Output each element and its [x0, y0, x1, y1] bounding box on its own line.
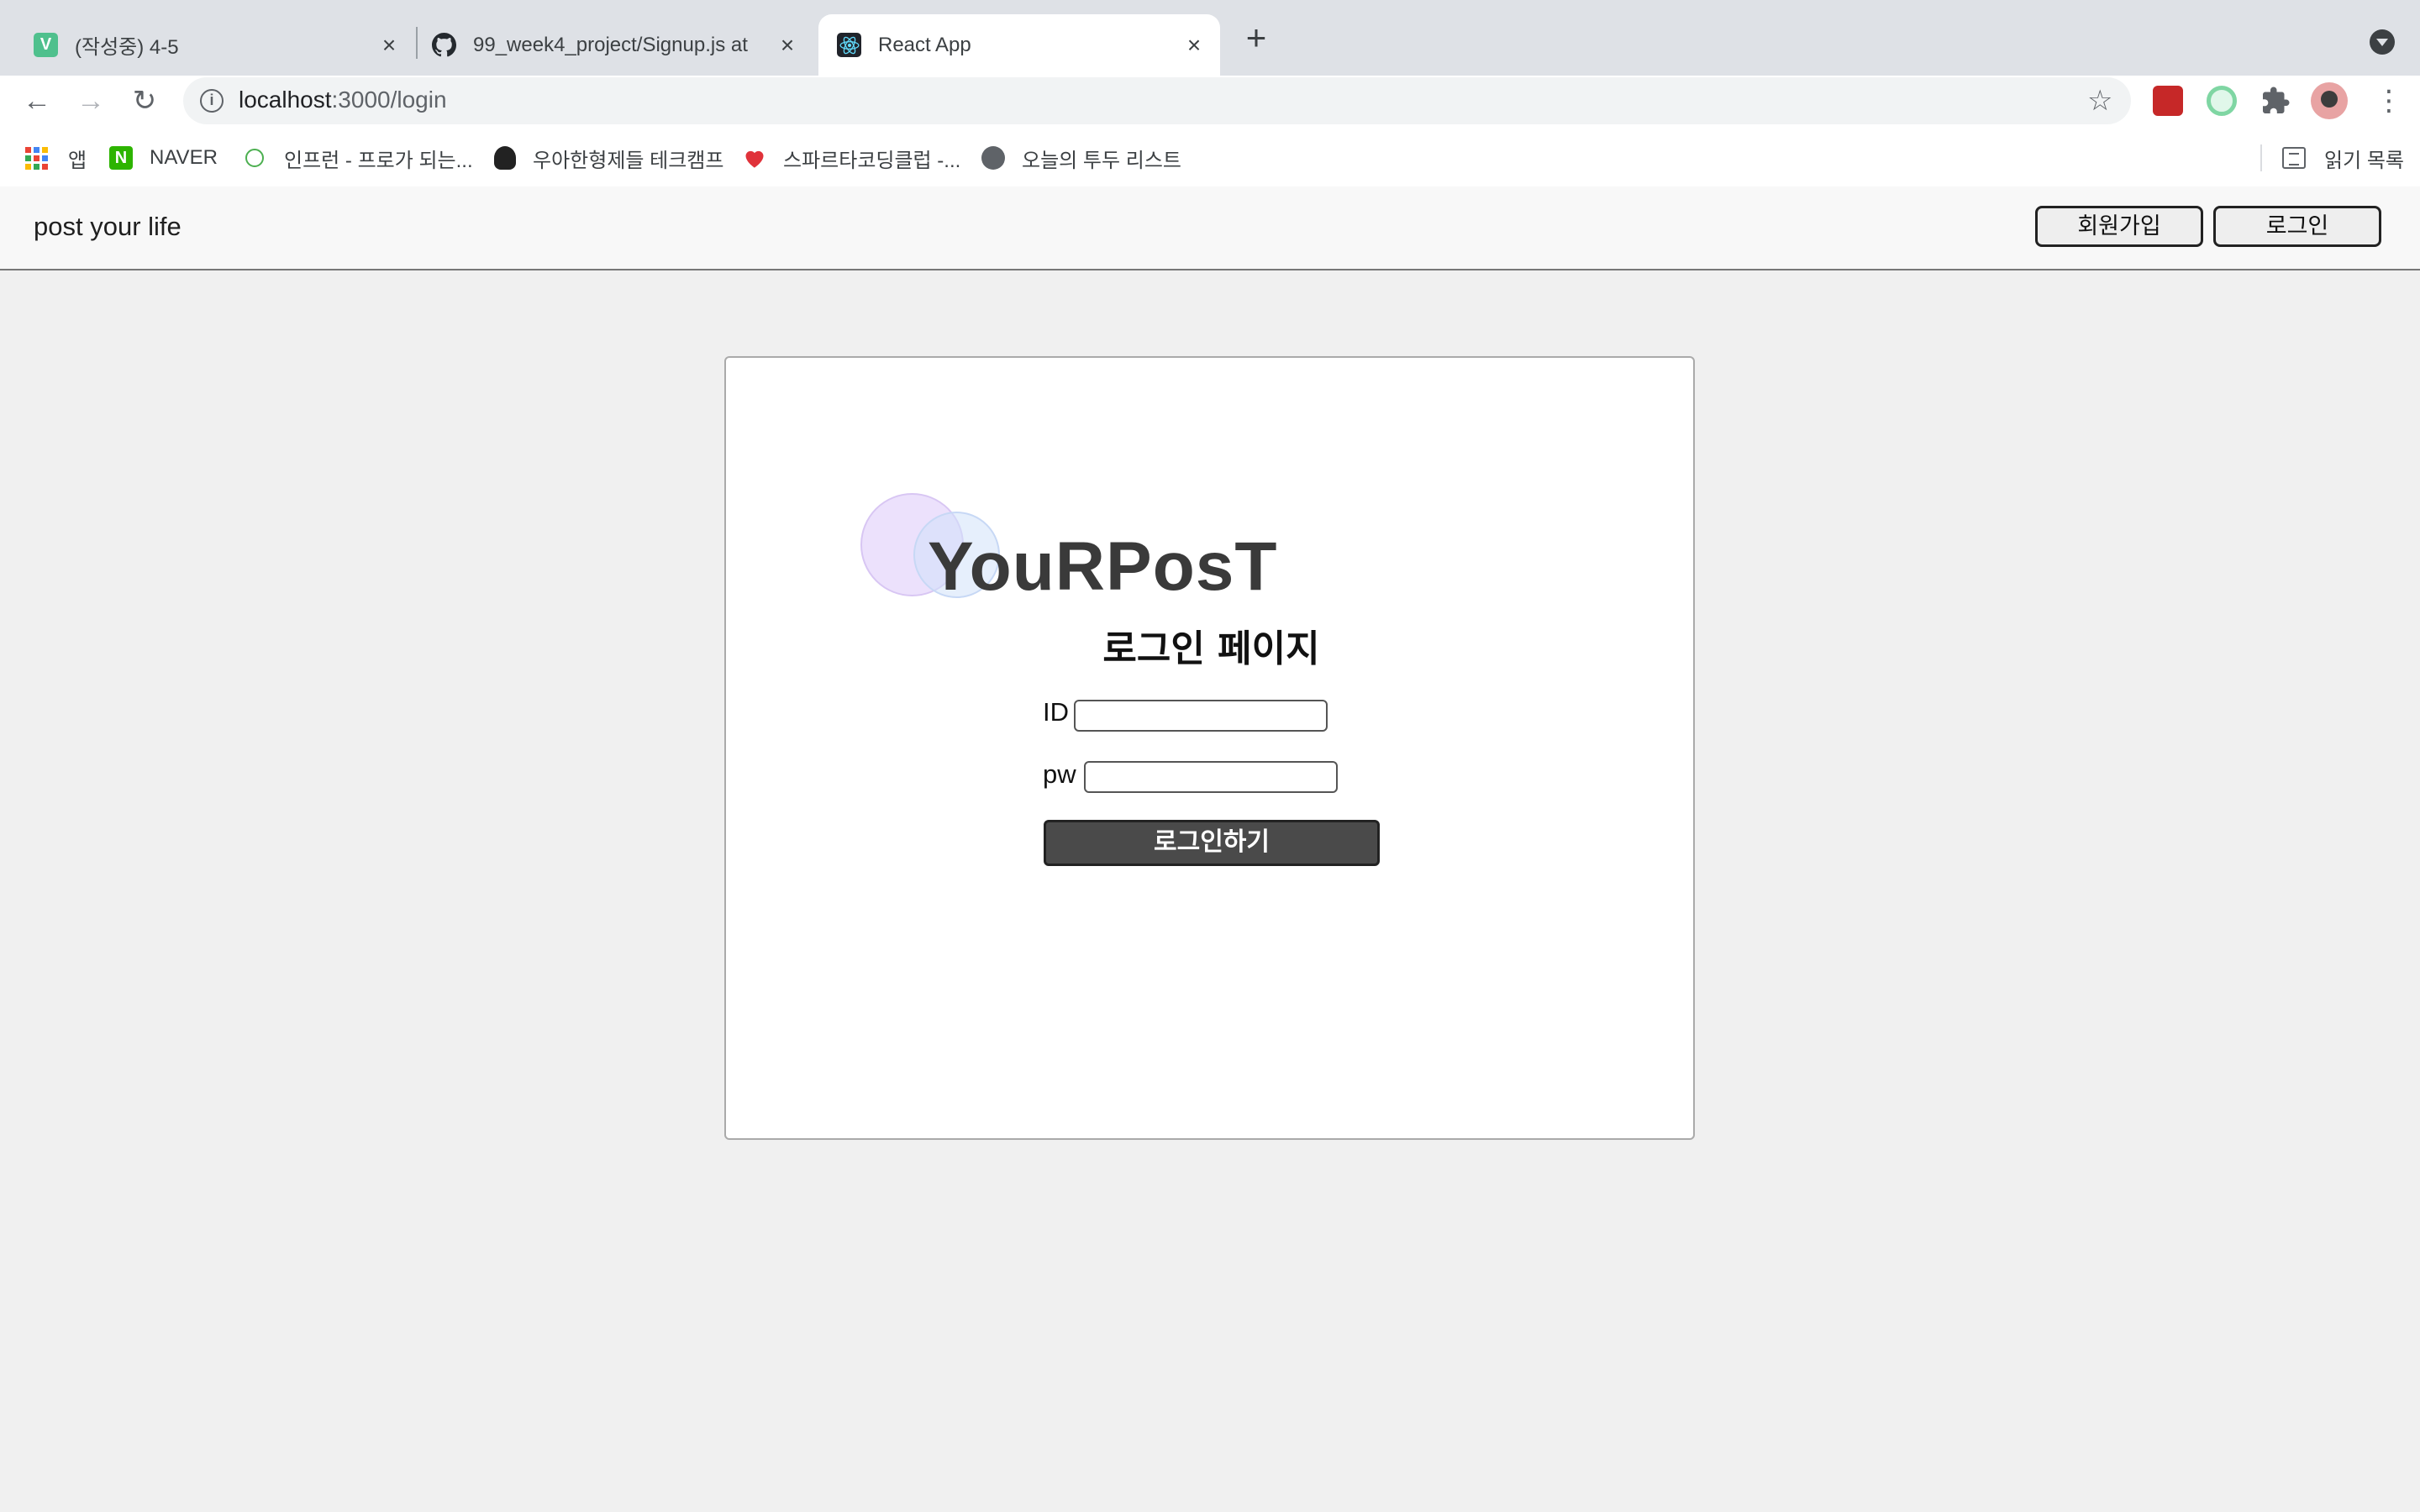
close-icon[interactable]: ×	[378, 34, 400, 57]
password-input[interactable]	[1084, 761, 1338, 793]
bookmark-sparta[interactable]: 스파르타코딩클럽 -...	[743, 143, 960, 173]
woowa-icon	[494, 146, 516, 170]
tab-search-icon[interactable]	[2370, 29, 2395, 55]
tab-separator	[416, 27, 418, 59]
profile-avatar[interactable]	[2311, 82, 2348, 119]
forward-icon[interactable]: →	[74, 84, 108, 118]
bookmark-label: 스파르타코딩클럽 -...	[783, 149, 961, 172]
extensions-puzzle-icon[interactable]	[2260, 86, 2291, 116]
react-icon	[837, 33, 861, 57]
tab-react-app[interactable]: React App ×	[818, 14, 1220, 76]
velog-icon: V	[34, 33, 58, 57]
reading-list-label: 읽기 목록	[2324, 149, 2404, 172]
github-icon	[432, 33, 456, 57]
login-card: YouRPosT 로그인 페이지 ID pw 로그인하기	[724, 356, 1695, 1140]
logo: YouRPosT	[928, 528, 1278, 605]
tab-title: React App	[878, 33, 971, 56]
globe-icon	[981, 146, 1005, 170]
bookmark-inflearn[interactable]: 인프런 - 프로가 되는...	[245, 143, 473, 173]
page-title: 로그인 페이지	[1102, 627, 1320, 670]
new-tab-button[interactable]: +	[1242, 20, 1270, 55]
bookmark-apps[interactable]: 앱	[25, 143, 87, 173]
naver-icon: N	[109, 146, 133, 170]
tab-title: (작성중) 4-5	[75, 36, 179, 59]
app-header: post your life 회원가입 로그인	[0, 186, 2420, 270]
url-host: localhost	[239, 87, 332, 113]
login-submit-button[interactable]: 로그인하기	[1044, 820, 1380, 866]
bookmark-naver[interactable]: N NAVER	[109, 143, 218, 173]
bookmark-woowa[interactable]: 우아한형제들 테크캠프	[494, 143, 723, 173]
bookmark-label: 오늘의 투두 리스트	[1022, 149, 1181, 172]
tab-title: 99_week4_project/Signup.js at	[473, 33, 748, 56]
reading-list-button[interactable]: 읽기 목록	[2282, 143, 2404, 173]
login-button[interactable]: 로그인	[2213, 206, 2381, 247]
divider	[2260, 144, 2262, 171]
bookmark-label: 우아한형제들 테크캠프	[533, 149, 724, 172]
back-icon[interactable]: ←	[20, 84, 54, 118]
menu-icon[interactable]: ⋮	[2375, 84, 2403, 118]
address-bar[interactable]	[183, 77, 2131, 124]
inflearn-icon	[245, 149, 264, 167]
url-text[interactable]: localhost:3000/login	[239, 87, 447, 113]
bookmark-label: NAVER	[150, 146, 218, 169]
sparta-icon	[743, 146, 766, 170]
extension-icon[interactable]	[2153, 86, 2183, 116]
bookmark-todo[interactable]: 오늘의 투두 리스트	[981, 143, 1181, 173]
pw-label: pw	[1043, 759, 1076, 789]
apps-grid-icon	[25, 146, 48, 170]
bookmark-label: 인프런 - 프로가 되는...	[284, 149, 473, 172]
signup-button[interactable]: 회원가입	[2035, 206, 2203, 247]
reading-list-icon	[2282, 147, 2306, 169]
id-input[interactable]	[1074, 700, 1328, 732]
page-content: post your life 회원가입 로그인 YouRPosT 로그인 페이지…	[0, 186, 2420, 1512]
url-path: :3000/login	[331, 87, 447, 113]
bookmark-label: 앱	[68, 149, 87, 172]
id-label: ID	[1043, 697, 1069, 727]
site-title: post your life	[34, 212, 182, 241]
close-icon[interactable]: ×	[776, 34, 798, 57]
bookmark-star-icon[interactable]: ☆	[2087, 84, 2112, 118]
info-icon[interactable]: i	[200, 89, 224, 113]
tab-github[interactable]: 99_week4_project/Signup.js at ×	[418, 14, 813, 76]
extension-icon[interactable]	[2207, 86, 2237, 116]
reload-icon[interactable]: ↻	[128, 84, 161, 118]
close-icon[interactable]: ×	[1183, 34, 1205, 57]
tab-velog[interactable]: V (작성중) 4-5 ×	[20, 14, 415, 76]
